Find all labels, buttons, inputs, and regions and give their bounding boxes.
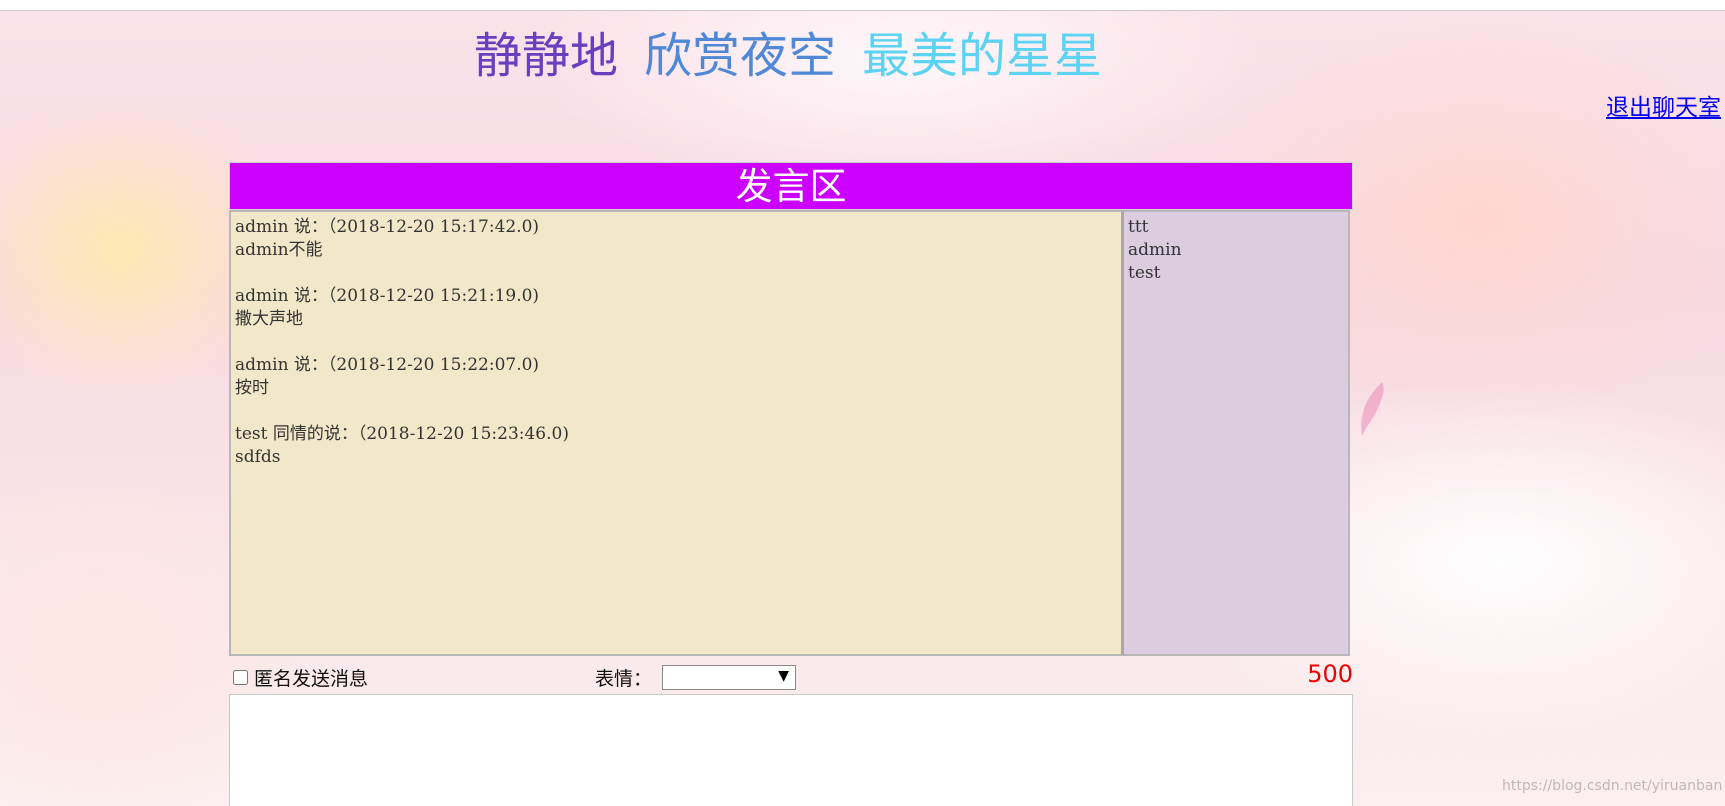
message-input[interactable] xyxy=(229,694,1353,806)
message-text: 按时 xyxy=(235,378,269,398)
anonymous-checkbox[interactable] xyxy=(233,670,248,685)
emotion-label: 表情： xyxy=(595,668,653,690)
watermark: https://blog.csdn.net/yiruanban xyxy=(1502,778,1723,794)
online-user-item[interactable]: ttt xyxy=(1128,216,1344,239)
title-part-3: 最美的星星 xyxy=(862,28,1103,84)
message-list[interactable]: admin 说：（2018-12-20 15:17:42.0) admin不能 ad… xyxy=(229,210,1124,656)
message-meta: admin 说：（2018-12-20 15:21:19.0) xyxy=(235,286,540,306)
chat-header-title: 发言区 xyxy=(229,162,1353,210)
message-text: admin不能 xyxy=(235,240,323,260)
page-title: 静静地 欣赏夜空 最美的星星 xyxy=(474,26,1128,86)
online-user-list[interactable]: ttt admin test xyxy=(1124,210,1350,656)
compose-controls: 匿名发送消息 表情： ▼ 500 xyxy=(229,660,1353,694)
message-meta: admin 说：（2018-12-20 15:22:07.0) xyxy=(235,355,540,375)
top-rule xyxy=(0,0,1725,11)
message-meta: test 同情的说：（2018-12-20 15:23:46.0) xyxy=(235,424,569,444)
chat-body: admin 说：（2018-12-20 15:17:42.0) admin不能 ad… xyxy=(229,210,1353,660)
emotion-select[interactable]: ▼ xyxy=(662,665,797,690)
message-text: 撒大声地 xyxy=(235,309,303,329)
title-part-2: 欣赏夜空 xyxy=(644,28,837,84)
anonymous-label: 匿名发送消息 xyxy=(254,668,369,690)
emotion-picker: 表情： ▼ xyxy=(595,664,797,691)
title-part-1: 静静地 xyxy=(474,28,619,84)
char-remaining-counter: 500 xyxy=(1307,660,1353,688)
message-item: test 同情的说：（2018-12-20 15:23:46.0) sdfds xyxy=(235,423,1117,469)
message-item: admin 说：（2018-12-20 15:17:42.0) admin不能 xyxy=(235,216,1117,262)
online-user-item[interactable]: admin xyxy=(1128,239,1344,262)
online-user-item[interactable]: test xyxy=(1128,262,1344,285)
chat-panel: 发言区 admin 说：（2018-12-20 15:17:42.0) admin… xyxy=(229,162,1353,806)
dropdown-arrow-icon: ▼ xyxy=(778,668,790,684)
logout-link[interactable]: 退出聊天室 xyxy=(1606,88,1721,122)
message-item: admin 说：（2018-12-20 15:22:07.0) 按时 xyxy=(235,354,1117,400)
message-text: sdfds xyxy=(235,447,281,467)
message-meta: admin 说：（2018-12-20 15:17:42.0) xyxy=(235,217,540,237)
heart-decoration-icon xyxy=(1361,382,1384,436)
anonymous-toggle[interactable]: 匿名发送消息 xyxy=(233,664,368,691)
message-item: admin 说：（2018-12-20 15:21:19.0) 撒大声地 xyxy=(235,285,1117,331)
